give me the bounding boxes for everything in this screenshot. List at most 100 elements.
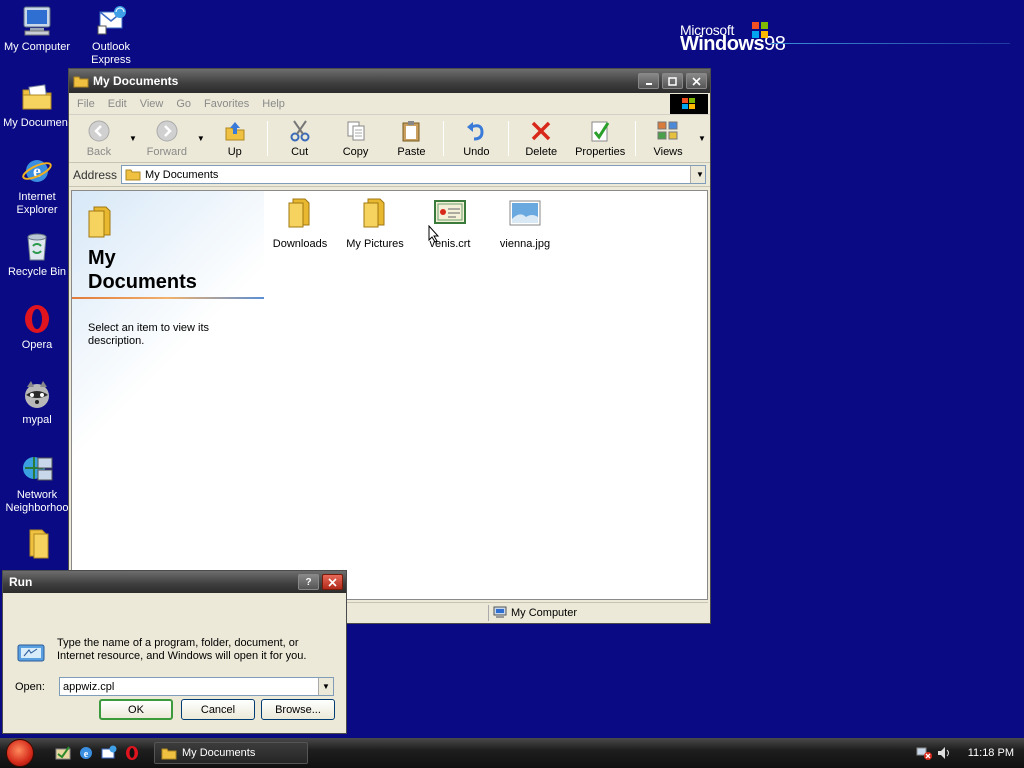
help-question-icon: ? <box>305 576 312 588</box>
desktop-icon-recycle-bin[interactable]: Recycle Bin <box>0 229 74 279</box>
views-label: Views <box>653 146 683 158</box>
close-icon <box>692 76 701 86</box>
properties-button[interactable]: Properties <box>569 117 631 160</box>
forward-arrow-icon <box>156 120 178 142</box>
back-arrow-icon <box>88 120 110 142</box>
opera-icon[interactable] <box>123 744 141 762</box>
open-combobox[interactable]: ▼ <box>59 677 334 696</box>
help-button[interactable]: ? <box>298 574 319 590</box>
menu-view[interactable]: View <box>140 98 164 110</box>
close-button[interactable] <box>322 574 343 590</box>
internet-explorer-icon[interactable]: e <box>77 744 95 762</box>
folder-icon <box>161 748 177 759</box>
file-item-vienna-jpg[interactable]: vienna.jpg <box>489 197 561 250</box>
window-title: My Documents <box>93 74 179 88</box>
menu-help[interactable]: Help <box>262 98 285 110</box>
file-name: My Pictures <box>346 238 404 250</box>
windows-flag-icon <box>752 22 768 38</box>
folder-icon <box>73 76 89 88</box>
close-button[interactable] <box>686 73 707 89</box>
clipboard-paste-icon <box>402 121 420 142</box>
forward-dropdown[interactable]: ▼ <box>195 117 207 160</box>
desktop-icon-label: Network Neighborhoo <box>5 489 69 514</box>
file-item-venis-crt[interactable]: venis.crt <box>414 197 486 250</box>
desktop-icon-label: Internet Explorer <box>16 191 58 216</box>
delete-button[interactable]: Delete <box>513 117 569 160</box>
recycle-bin-icon <box>20 229 54 263</box>
browse-button[interactable]: Browse... <box>261 699 335 720</box>
open-input[interactable] <box>63 680 303 693</box>
explorer-titlebar[interactable]: My Documents <box>69 69 710 93</box>
quick-launch: e <box>54 744 146 762</box>
maximize-icon <box>668 76 677 86</box>
network-alert-tray-icon[interactable] <box>916 745 932 761</box>
back-button[interactable]: Back <box>71 117 127 160</box>
undo-button[interactable]: Undo <box>448 117 504 160</box>
desktop-icon-mypal[interactable]: mypal <box>0 377 74 427</box>
cut-button[interactable]: Cut <box>272 117 328 160</box>
explorer-window[interactable]: My Documents File Edit View Go Favorites… <box>68 68 711 624</box>
forward-button[interactable]: Forward <box>139 117 195 160</box>
pane-divider <box>72 297 264 299</box>
up-button[interactable]: Up <box>207 117 263 160</box>
desktop-icon-label: Recycle Bin <box>7 266 67 278</box>
cancel-button[interactable]: Cancel <box>181 699 255 720</box>
properties-icon <box>591 121 610 142</box>
address-input[interactable]: My Documents ▼ <box>121 165 706 184</box>
minimize-button[interactable] <box>638 73 659 89</box>
run-dialog[interactable]: Run ? Type the name of a program, folder… <box>2 570 347 734</box>
run-titlebar[interactable]: Run ? <box>3 571 346 593</box>
menu-go[interactable]: Go <box>176 98 191 110</box>
views-dropdown[interactable]: ▼ <box>696 117 708 160</box>
large-folder-icon <box>88 206 111 238</box>
run-instructions: Type the name of a program, folder, docu… <box>57 637 307 662</box>
desktop-icon-opera[interactable]: Opera <box>0 302 74 352</box>
copy-button[interactable]: Copy <box>328 117 384 160</box>
open-dropdown-button[interactable]: ▼ <box>318 678 333 695</box>
taskbar-item-label: My Documents <box>182 747 256 759</box>
taskbar: e My Documents 11:18 PM <box>0 738 1024 768</box>
desktop-icon-network-neighborhood[interactable]: Network Neighborhoo <box>0 452 74 515</box>
outlook-express-icon[interactable] <box>100 744 118 762</box>
scissors-icon <box>290 120 310 142</box>
mouse-cursor-icon <box>428 225 440 243</box>
desktop-icon-my-computer[interactable]: My Computer <box>0 4 74 54</box>
up-folder-icon <box>225 122 245 141</box>
file-item-my-pictures[interactable]: My Pictures <box>339 197 411 250</box>
system-tray: 11:18 PM <box>916 738 1024 768</box>
chevron-down-icon: ▼ <box>696 170 704 179</box>
back-dropdown[interactable]: ▼ <box>127 117 139 160</box>
taskbar-item-my-documents[interactable]: My Documents <box>154 742 308 764</box>
back-label: Back <box>86 146 112 158</box>
desktop-icon-label: My Computer <box>3 41 71 53</box>
ok-button[interactable]: OK <box>99 699 173 720</box>
folder-icon <box>363 198 385 228</box>
desktop-icon-my-documents[interactable]: My Document <box>0 80 74 130</box>
desktop-icon-folder-partial[interactable] <box>0 526 74 563</box>
cut-label: Cut <box>291 146 309 158</box>
pane-title-line1: My <box>88 247 116 269</box>
maximize-button[interactable] <box>662 73 683 89</box>
show-desktop-icon[interactable] <box>54 744 72 762</box>
webview-info-pane: My Documents Select an item to view its … <box>72 191 264 599</box>
folder-icon <box>20 526 54 560</box>
clock[interactable]: 11:18 PM <box>968 747 1014 759</box>
throbber-logo <box>670 94 708 114</box>
my-computer-icon <box>20 4 54 38</box>
views-button[interactable]: Views <box>640 117 696 160</box>
volume-tray-icon[interactable] <box>936 745 952 761</box>
menu-favorites[interactable]: Favorites <box>204 98 249 110</box>
run-program-icon <box>17 644 45 662</box>
address-dropdown-button[interactable]: ▼ <box>690 166 705 183</box>
desktop-icon-internet-explorer[interactable]: e Internet Explorer <box>0 154 74 217</box>
menu-edit[interactable]: Edit <box>108 98 127 110</box>
start-button[interactable] <box>0 738 40 768</box>
paste-button[interactable]: Paste <box>384 117 440 160</box>
start-orb-icon <box>6 739 34 767</box>
desktop-icon-outlook-express[interactable]: Outlook Express <box>74 4 148 67</box>
menu-bar: File Edit View Go Favorites Help <box>69 93 710 115</box>
image-file-icon <box>509 200 541 226</box>
file-item-downloads[interactable]: Downloads <box>264 197 336 250</box>
menu-file[interactable]: File <box>77 98 95 110</box>
folder-view[interactable]: My Documents Select an item to view its … <box>71 190 708 600</box>
